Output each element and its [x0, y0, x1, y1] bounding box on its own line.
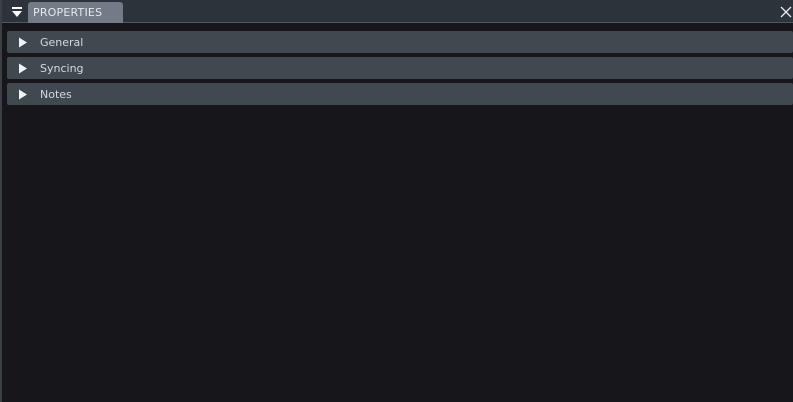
- section-label: General: [40, 35, 84, 49]
- section-syncing[interactable]: Syncing: [7, 57, 793, 79]
- panel-menu-button[interactable]: [8, 3, 26, 20]
- section-label: Notes: [40, 87, 72, 101]
- properties-panel: PROPERTIES General Syncing Notes: [0, 0, 793, 402]
- section-notes[interactable]: Notes: [7, 83, 793, 105]
- close-icon: [780, 6, 792, 18]
- tab-properties[interactable]: PROPERTIES: [28, 2, 123, 23]
- tab-label: PROPERTIES: [33, 6, 103, 19]
- panel-header: PROPERTIES: [2, 0, 793, 23]
- section-general[interactable]: General: [7, 31, 793, 53]
- menu-triangle-icon: [12, 6, 22, 17]
- expand-arrow-icon: [18, 36, 30, 48]
- expand-arrow-icon: [18, 62, 30, 74]
- expand-arrow-icon: [18, 88, 30, 100]
- section-list: General Syncing Notes: [7, 31, 793, 109]
- section-label: Syncing: [40, 61, 84, 75]
- close-button[interactable]: [779, 5, 793, 19]
